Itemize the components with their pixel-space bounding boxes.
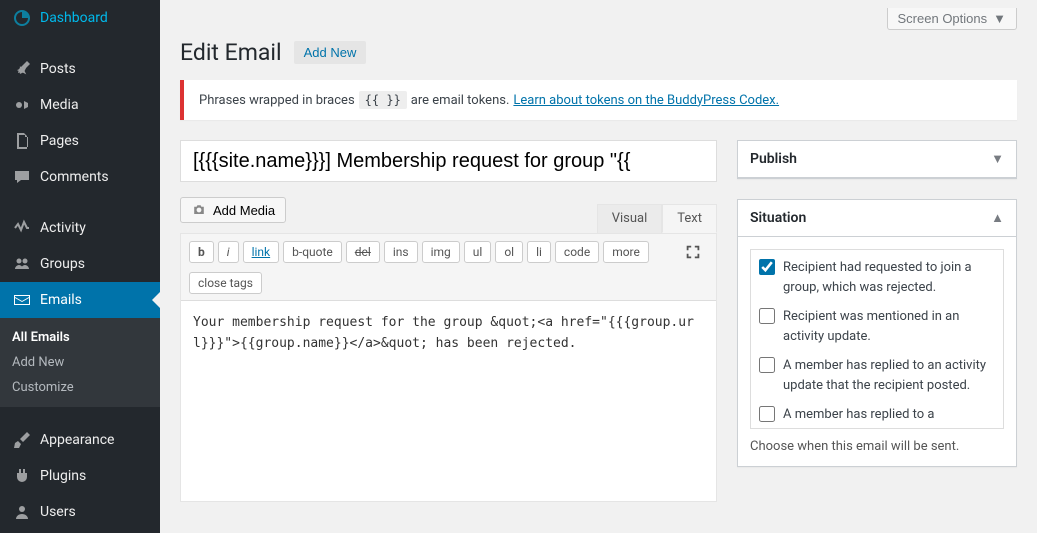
sidebar-item-pages[interactable]: Pages (0, 123, 160, 159)
notice-text-pre: Phrases wrapped in braces (199, 93, 355, 108)
situation-description: Choose when this email will be sent. (750, 439, 1004, 454)
chevron-up-icon: ▲ (991, 210, 1004, 226)
screen-options-button[interactable]: Screen Options ▼ (887, 8, 1017, 30)
situation-label: Recipient had requested to join a group,… (783, 258, 995, 297)
email-title-input[interactable] (180, 140, 717, 182)
situation-header[interactable]: Situation ▲ (738, 200, 1016, 237)
situation-item[interactable]: A member has replied to an activity upda… (759, 356, 995, 395)
sidebar-item-dashboard[interactable]: Dashboard (0, 0, 160, 36)
sidebar-label: Appearance (40, 432, 114, 448)
sidebar-item-media[interactable]: Media (0, 87, 160, 123)
editor-toolbar: b i link b-quote del ins img ul ol li co… (181, 234, 716, 301)
situation-checkbox[interactable] (759, 308, 775, 324)
sidebar-label: Posts (40, 61, 76, 77)
publish-postbox: Publish ▼ (737, 140, 1017, 179)
situation-label: A member has replied to a (783, 405, 934, 425)
token-notice: Phrases wrapped in braces {{ }} are emai… (180, 80, 1017, 120)
toolbar-italic[interactable]: i (218, 241, 239, 263)
add-new-button[interactable]: Add New (294, 41, 367, 64)
toolbar-ul[interactable]: ul (464, 241, 492, 263)
situation-checkbox[interactable] (759, 357, 775, 373)
sidebar-label: Users (40, 504, 76, 520)
sidebar-label: Media (40, 97, 79, 113)
publish-title: Publish (750, 151, 797, 167)
sidebar-sub-customize[interactable]: Customize (0, 375, 160, 400)
situation-checkbox[interactable] (759, 406, 775, 422)
sidebar-item-posts[interactable]: Posts (0, 51, 160, 87)
screen-options-label: Screen Options (898, 11, 988, 26)
sidebar-item-activity[interactable]: Activity (0, 210, 160, 246)
page-title: Edit Email (180, 39, 282, 66)
sidebar-label: Comments (40, 169, 109, 185)
situation-checkbox[interactable] (759, 259, 775, 275)
publish-header[interactable]: Publish ▼ (738, 141, 1016, 178)
sidebar-sub-add-new[interactable]: Add New (0, 350, 160, 375)
toolbar-bold[interactable]: b (189, 241, 214, 263)
fullscreen-button[interactable] (678, 240, 708, 264)
sidebar-label: Pages (40, 133, 79, 149)
situation-label: Recipient was mentioned in an activity u… (783, 307, 995, 346)
situation-label: A member has replied to an activity upda… (783, 356, 995, 395)
sidebar-item-groups[interactable]: Groups (0, 246, 160, 282)
plug-icon (12, 466, 32, 486)
chevron-down-icon: ▼ (991, 151, 1004, 167)
notice-text-mid: are email tokens. (411, 93, 510, 108)
situation-item[interactable]: Recipient was mentioned in an activity u… (759, 307, 995, 346)
sidebar-label: Plugins (40, 468, 86, 484)
pin-icon (12, 59, 32, 79)
toolbar-bquote[interactable]: b-quote (283, 241, 342, 263)
sidebar-label: Groups (40, 256, 85, 272)
chevron-down-icon: ▼ (993, 11, 1006, 26)
sidebar-sub-all-emails[interactable]: All Emails (0, 325, 160, 350)
toolbar-li[interactable]: li (527, 241, 551, 263)
user-icon (12, 502, 32, 522)
editor-tab-visual[interactable]: Visual (597, 204, 663, 233)
sidebar-item-comments[interactable]: Comments (0, 159, 160, 195)
editor-tab-text[interactable]: Text (662, 204, 717, 233)
media-icon (12, 95, 32, 115)
toolbar-del[interactable]: del (346, 241, 380, 263)
editor-textarea[interactable]: Your membership request for the group &q… (181, 301, 716, 501)
situation-title: Situation (750, 210, 806, 226)
sidebar-item-emails[interactable]: Emails (0, 282, 160, 318)
camera-icon (191, 202, 207, 218)
situation-item[interactable]: Recipient had requested to join a group,… (759, 258, 995, 297)
dashboard-icon (12, 8, 32, 28)
sidebar-item-users[interactable]: Users (0, 494, 160, 530)
sidebar-label: Emails (40, 292, 82, 308)
activity-icon (12, 218, 32, 238)
situation-postbox: Situation ▲ Recipient had requested to j… (737, 199, 1017, 467)
toolbar-close-tags[interactable]: close tags (189, 272, 262, 294)
sidebar-label: Activity (40, 220, 86, 236)
editor-box: b i link b-quote del ins img ul ol li co… (180, 233, 717, 502)
main-content: Screen Options ▼ Edit Email Add New Phra… (160, 0, 1037, 533)
notice-code: {{ }} (359, 91, 407, 109)
notice-link[interactable]: Learn about tokens on the BuddyPress Cod… (513, 93, 779, 108)
sidebar-item-appearance[interactable]: Appearance (0, 422, 160, 458)
toolbar-img[interactable]: img (422, 241, 460, 263)
sidebar-submenu-emails: All Emails Add New Customize (0, 318, 160, 407)
sidebar-item-plugins[interactable]: Plugins (0, 458, 160, 494)
toolbar-link[interactable]: link (243, 241, 280, 263)
situation-item[interactable]: A member has replied to a (759, 405, 995, 425)
toolbar-more[interactable]: more (603, 241, 649, 263)
admin-sidebar: Dashboard Posts Media Pages Comments Act… (0, 0, 160, 533)
add-media-label: Add Media (213, 203, 275, 218)
brush-icon (12, 430, 32, 450)
toolbar-ol[interactable]: ol (495, 241, 523, 263)
comment-icon (12, 167, 32, 187)
add-media-button[interactable]: Add Media (180, 197, 286, 223)
email-icon (12, 290, 32, 310)
toolbar-code[interactable]: code (555, 241, 599, 263)
page-icon (12, 131, 32, 151)
groups-icon (12, 254, 32, 274)
sidebar-label: Dashboard (40, 10, 108, 26)
toolbar-ins[interactable]: ins (384, 241, 418, 263)
situation-list[interactable]: Recipient had requested to join a group,… (750, 249, 1004, 429)
